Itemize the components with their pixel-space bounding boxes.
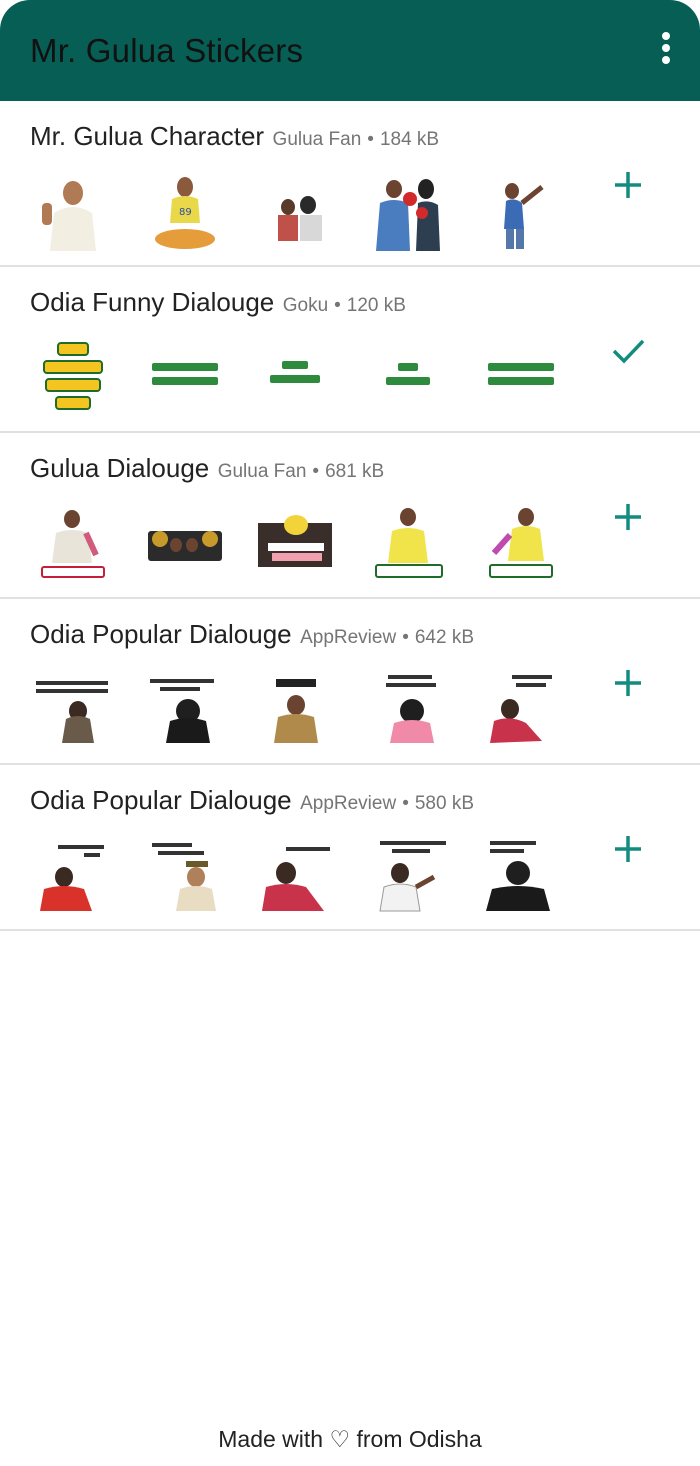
sticker-thumbnail[interactable] <box>370 173 448 251</box>
pack-name: Odia Funny Dialouge <box>30 287 275 317</box>
pack-size: 184 kB <box>379 129 440 150</box>
sticker-thumbnail[interactable]: 89 <box>146 173 224 251</box>
sticker-pack-row[interactable]: Odia Popular Dialouge AppReview • 580 kB <box>0 765 700 931</box>
sticker-thumbnail[interactable] <box>34 339 112 417</box>
sticker-thumbnail[interactable] <box>258 837 336 915</box>
pack-title-row: Gulua Dialouge Gulua Fan • 681 kB <box>30 453 385 483</box>
plus-icon[interactable] <box>610 167 646 203</box>
pack-size: 642 kB <box>414 627 474 648</box>
sticker-thumbnail[interactable] <box>482 339 560 417</box>
pack-publisher: AppReview <box>300 627 397 648</box>
sticker-pack-row[interactable]: Gulua Dialouge Gulua Fan • 681 kB <box>0 433 700 599</box>
pack-title-row: Odia Popular Dialouge AppReview • 580 kB <box>30 785 474 815</box>
pack-publisher: AppReview <box>300 793 397 814</box>
plus-icon[interactable] <box>610 499 646 535</box>
sticker-thumbnail[interactable] <box>34 173 112 251</box>
app-title: Mr. Gulua Stickers <box>30 32 304 69</box>
pack-publisher: Gulua Fan <box>217 461 307 482</box>
sticker-thumbnail[interactable] <box>370 339 448 417</box>
pack-publisher: Gulua Fan <box>272 129 362 150</box>
sticker-thumbnail[interactable] <box>146 505 224 583</box>
pack-name: Odia Popular Dialouge <box>30 619 292 649</box>
pack-title-row: Mr. Gulua Character Gulua Fan • 184 kB <box>30 121 440 151</box>
sticker-thumbnail[interactable] <box>482 837 560 915</box>
sticker-thumbnail[interactable] <box>370 671 448 749</box>
pack-size: 580 kB <box>414 793 474 814</box>
sticker-thumbnail[interactable] <box>258 339 336 417</box>
pack-title-row: Odia Popular Dialouge AppReview • 642 kB <box>30 619 474 649</box>
sticker-thumbnail[interactable] <box>34 671 112 749</box>
pack-publisher: Goku <box>282 295 329 316</box>
plus-icon[interactable] <box>610 665 646 701</box>
sticker-pack-row[interactable]: Odia Funny Dialouge Goku • 120 kB <box>0 267 700 433</box>
sticker-thumbnail[interactable] <box>482 173 560 251</box>
svg-text:89: 89 <box>179 207 192 218</box>
pack-name: Odia Popular Dialouge <box>30 785 292 815</box>
sticker-thumbnail[interactable] <box>370 505 448 583</box>
pack-size: 120 kB <box>346 295 406 316</box>
more-vert-icon[interactable] <box>658 32 674 70</box>
app-bar: Mr. Gulua Stickers <box>0 0 700 101</box>
sticker-thumbnail[interactable] <box>146 339 224 417</box>
sticker-thumbnail[interactable] <box>258 173 336 251</box>
sticker-thumbnail[interactable] <box>34 837 112 915</box>
sticker-thumbnail[interactable] <box>258 505 336 583</box>
plus-icon[interactable] <box>610 831 646 867</box>
pack-name: Mr. Gulua Character <box>30 121 265 151</box>
sticker-thumbnail[interactable] <box>482 505 560 583</box>
sticker-thumbnail[interactable] <box>146 671 224 749</box>
sticker-pack-row[interactable]: Odia Popular Dialouge AppReview • 642 kB <box>0 599 700 765</box>
footer-credit: Made with ♡ from Odisha <box>218 1426 482 1452</box>
sticker-thumbnail[interactable] <box>370 837 448 915</box>
pack-name: Gulua Dialouge <box>30 453 210 483</box>
sticker-pack-list: Mr. Gulua Character Gulua Fan • 184 kB 89 <box>0 101 700 931</box>
sticker-thumbnail[interactable] <box>258 671 336 749</box>
sticker-thumbnail[interactable] <box>482 671 560 749</box>
pack-size: 681 kB <box>325 461 385 482</box>
sticker-pack-row[interactable]: Mr. Gulua Character Gulua Fan • 184 kB 89 <box>0 101 700 267</box>
check-icon[interactable] <box>610 333 646 369</box>
sticker-thumbnail[interactable] <box>34 505 112 583</box>
pack-title-row: Odia Funny Dialouge Goku • 120 kB <box>30 287 406 317</box>
sticker-thumbnail[interactable] <box>146 837 224 915</box>
